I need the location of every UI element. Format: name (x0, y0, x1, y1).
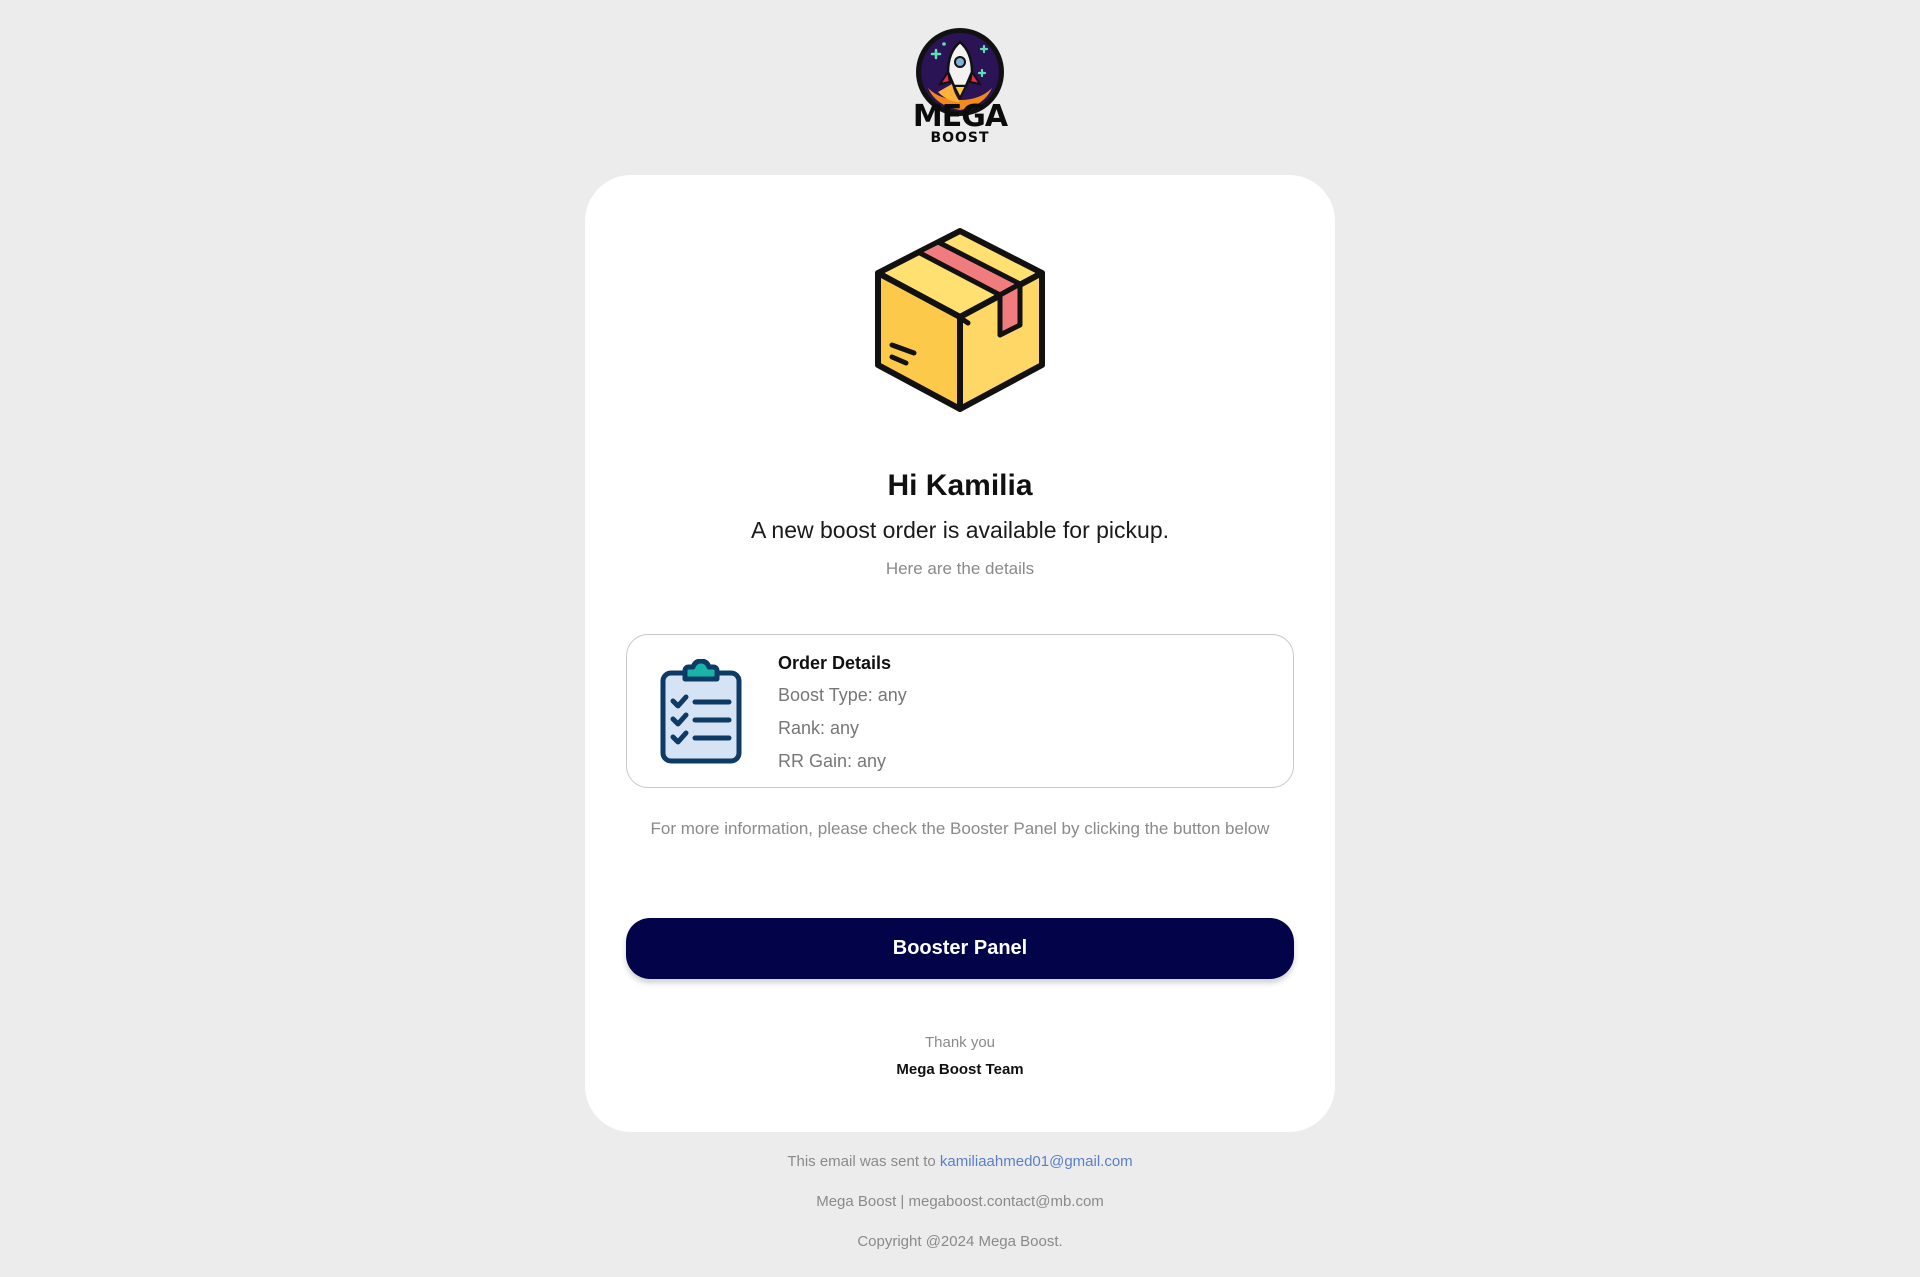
recipient-email-link[interactable]: kamiliaahmed01@gmail.com (940, 1153, 1133, 1170)
greeting-heading: Hi Kamilia (887, 469, 1033, 502)
mega-boost-logo: MEGA BOOST (910, 24, 1010, 146)
copyright-line: Copyright @2024 Mega Boost. (857, 1233, 1063, 1250)
order-details-title: Order Details (778, 653, 892, 673)
signature-text: Mega Boost Team (896, 1061, 1024, 1078)
email-page: MEGA BOOST Hi Kamilia A new boost order … (0, 0, 1920, 1277)
booster-panel-button[interactable]: Booster Panel (626, 918, 1294, 979)
logo-wordmark: MEGA (912, 99, 1008, 134)
more-info-text: For more information, please check the B… (650, 819, 1270, 838)
package-box-icon (875, 228, 1045, 412)
boost-type-line: Boost Type: any (778, 685, 907, 705)
logo-subtitle: BOOST (930, 130, 990, 146)
rr-gain-line: RR Gain: any (778, 751, 887, 771)
subline-text: Here are the details (885, 559, 1035, 578)
sent-to-line: This email was sent to kamiliaahmed01@gm… (0, 1153, 1920, 1170)
contact-line: Mega Boost | megaboost.contact@mb.com (816, 1193, 1104, 1210)
clipboard-checklist-icon (660, 659, 742, 764)
sent-to-prefix: This email was sent to (787, 1153, 936, 1170)
order-details-box: Order Details Boost Type: any Rank: any … (626, 634, 1294, 788)
rank-line: Rank: any (778, 718, 860, 738)
thank-you-text: Thank you (924, 1034, 996, 1051)
headline-text: A new boost order is available for picku… (750, 517, 1170, 543)
email-card: Hi Kamilia A new boost order is availabl… (585, 175, 1335, 1132)
